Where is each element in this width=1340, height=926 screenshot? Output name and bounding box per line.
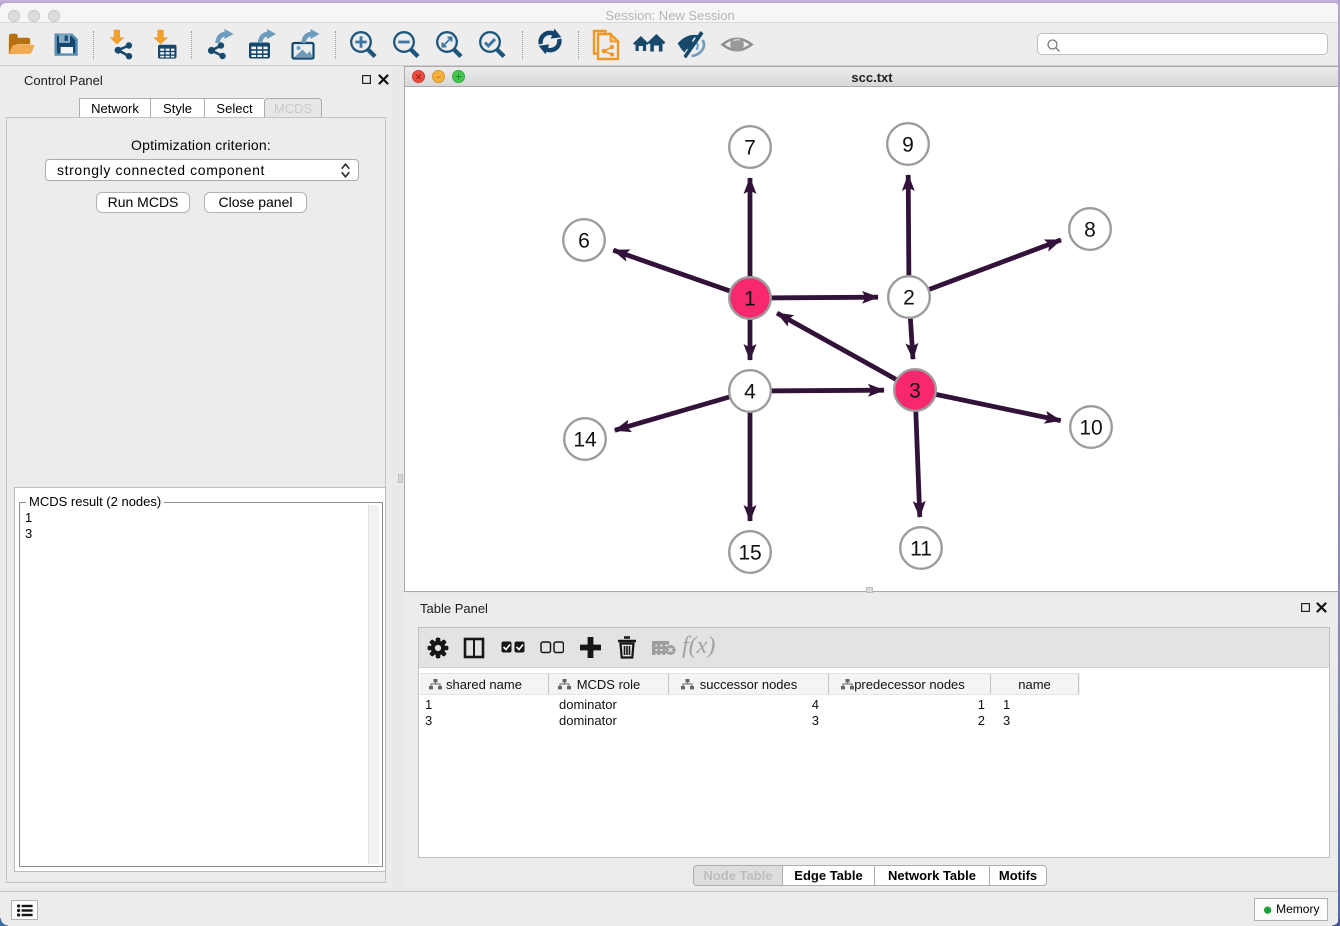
svg-text:11: 11 — [910, 538, 932, 561]
svg-text:14: 14 — [573, 429, 597, 452]
svg-text:4: 4 — [744, 381, 756, 404]
svg-text:2: 2 — [903, 287, 915, 310]
svg-text:15: 15 — [738, 542, 761, 565]
svg-text:3: 3 — [909, 380, 921, 403]
svg-text:9: 9 — [902, 134, 914, 157]
svg-text:10: 10 — [1079, 417, 1102, 440]
svg-text:1: 1 — [744, 288, 756, 311]
svg-text:7: 7 — [744, 137, 756, 160]
svg-text:6: 6 — [578, 230, 590, 253]
svg-text:8: 8 — [1084, 219, 1096, 242]
